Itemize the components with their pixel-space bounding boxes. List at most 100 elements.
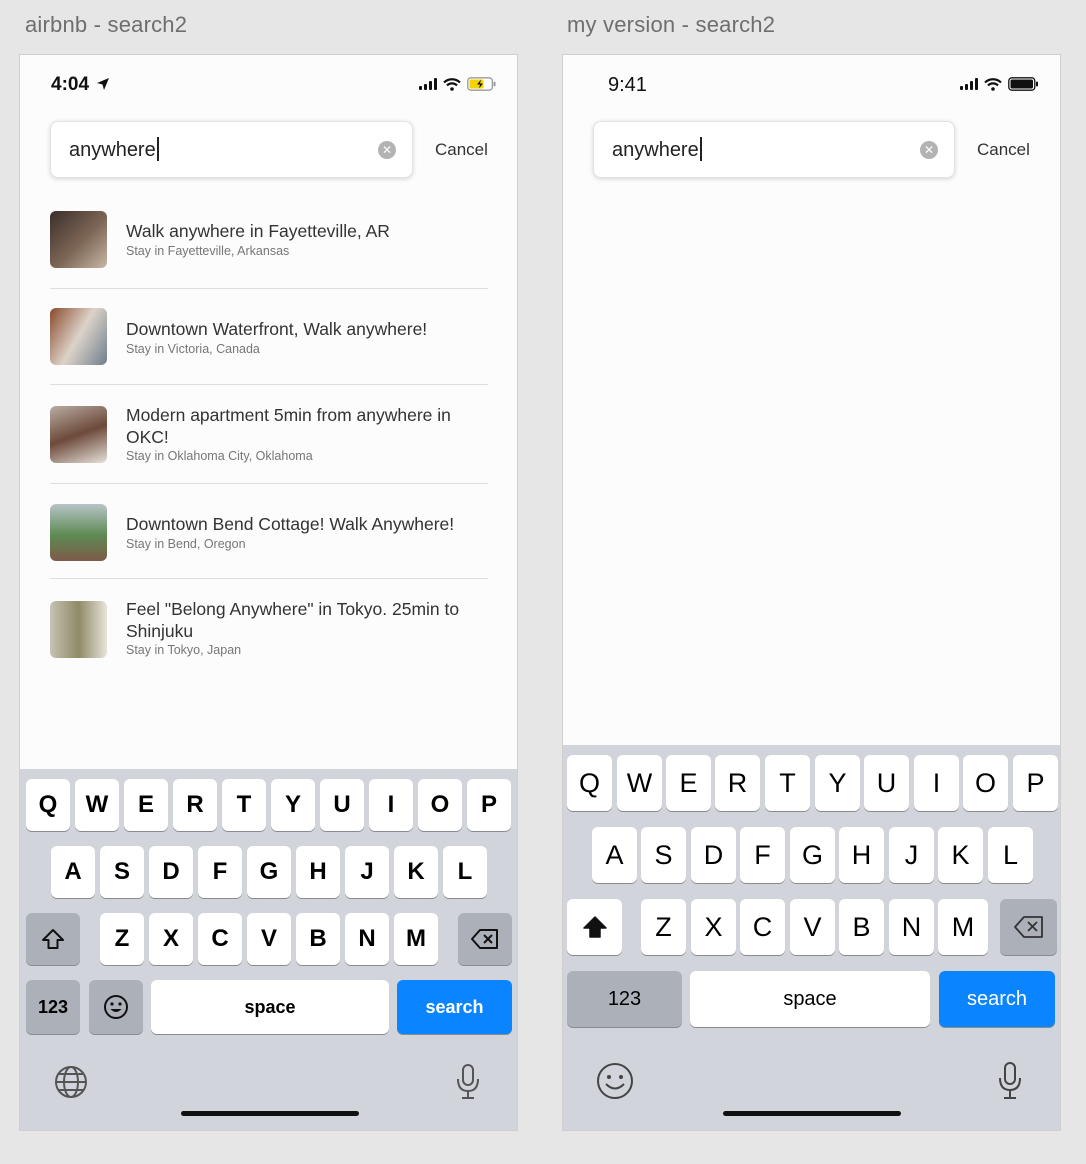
backspace-key[interactable]	[1000, 899, 1057, 955]
list-item[interactable]: Feel "Belong Anywhere" in Tokyo. 25min t…	[50, 579, 488, 675]
keyboard: Q W E R T Y U I O P A S D F G H J K L Z …	[563, 745, 1060, 1130]
key-a[interactable]: A	[592, 827, 637, 883]
key-t[interactable]: T	[222, 779, 266, 831]
artboard-title-my-version: my version - search2	[567, 12, 776, 37]
result-subtitle: Stay in Bend, Oregon	[126, 537, 246, 551]
key-l[interactable]: L	[988, 827, 1033, 883]
key-d[interactable]: D	[149, 846, 193, 898]
key-x[interactable]: X	[691, 899, 736, 955]
key-b[interactable]: B	[296, 913, 340, 965]
key-s[interactable]: S	[641, 827, 686, 883]
emoji-icon[interactable]	[596, 1062, 634, 1100]
key-q[interactable]: Q	[567, 755, 612, 811]
key-t[interactable]: T	[765, 755, 810, 811]
key-v[interactable]: V	[790, 899, 835, 955]
key-d[interactable]: D	[691, 827, 736, 883]
key-v[interactable]: V	[247, 913, 291, 965]
key-c[interactable]: C	[740, 899, 785, 955]
cancel-button[interactable]: Cancel	[435, 140, 488, 160]
key-m[interactable]: M	[938, 899, 988, 955]
search-text: anywhere	[612, 137, 702, 162]
key-g[interactable]: G	[247, 846, 291, 898]
key-p[interactable]: P	[1013, 755, 1058, 811]
status-bar: 9:41	[563, 55, 1060, 115]
key-n[interactable]: N	[889, 899, 934, 955]
key-w[interactable]: W	[75, 779, 119, 831]
shift-key[interactable]	[26, 913, 80, 965]
signal-icon	[419, 78, 437, 90]
key-i[interactable]: I	[914, 755, 959, 811]
list-item[interactable]: Walk anywhere in Fayetteville, AR Stay i…	[50, 210, 488, 289]
text-caret	[699, 137, 702, 161]
key-e[interactable]: E	[666, 755, 711, 811]
key-h[interactable]: H	[839, 827, 884, 883]
key-y[interactable]: Y	[271, 779, 315, 831]
key-r[interactable]: R	[715, 755, 760, 811]
key-m[interactable]: M	[394, 913, 438, 965]
numbers-key[interactable]: 123	[567, 971, 682, 1027]
search-input[interactable]: anywhere ✕	[50, 121, 413, 178]
phone-my-version: 9:41 anywhere ✕ Cancel Q W E R T Y U I O…	[562, 54, 1061, 1131]
backspace-key[interactable]	[458, 913, 512, 965]
key-f[interactable]: F	[740, 827, 785, 883]
listing-thumbnail	[50, 406, 107, 463]
key-o[interactable]: O	[963, 755, 1008, 811]
microphone-icon[interactable]	[454, 1063, 482, 1101]
key-r[interactable]: R	[173, 779, 217, 831]
key-u[interactable]: U	[320, 779, 364, 831]
key-e[interactable]: E	[124, 779, 168, 831]
key-p[interactable]: P	[467, 779, 511, 831]
key-l[interactable]: L	[443, 846, 487, 898]
search-key[interactable]: search	[397, 980, 512, 1034]
key-z[interactable]: Z	[641, 899, 686, 955]
phone-airbnb: 4:04 anywhere ✕ Cancel Walk anywhere in …	[19, 54, 518, 1131]
status-time: 9:41	[608, 74, 647, 96]
listing-thumbnail	[50, 211, 107, 268]
globe-icon[interactable]	[54, 1065, 88, 1099]
key-q[interactable]: Q	[26, 779, 70, 831]
key-k[interactable]: K	[394, 846, 438, 898]
cancel-button[interactable]: Cancel	[977, 140, 1030, 160]
result-subtitle: Stay in Fayetteville, Arkansas	[126, 244, 290, 258]
key-f[interactable]: F	[198, 846, 242, 898]
key-h[interactable]: H	[296, 846, 340, 898]
list-item[interactable]: Downtown Bend Cottage! Walk Anywhere! St…	[50, 484, 488, 579]
space-key[interactable]: space	[690, 971, 930, 1027]
key-s[interactable]: S	[100, 846, 144, 898]
clear-icon[interactable]: ✕	[920, 141, 938, 159]
shift-key[interactable]	[567, 899, 622, 955]
key-o[interactable]: O	[418, 779, 462, 831]
key-g[interactable]: G	[790, 827, 835, 883]
key-y[interactable]: Y	[815, 755, 860, 811]
result-title: Walk anywhere in Fayetteville, AR	[126, 221, 390, 241]
key-b[interactable]: B	[839, 899, 884, 955]
key-x[interactable]: X	[149, 913, 193, 965]
key-j[interactable]: J	[345, 846, 389, 898]
key-a[interactable]: A	[51, 846, 95, 898]
signal-icon	[960, 78, 978, 90]
wifi-icon	[984, 77, 1002, 91]
search-key[interactable]: search	[939, 971, 1055, 1027]
wifi-icon	[443, 77, 461, 91]
key-n[interactable]: N	[345, 913, 389, 965]
result-title: Feel "Belong Anywhere" in Tokyo. 25min t…	[126, 599, 460, 641]
microphone-icon[interactable]	[996, 1061, 1024, 1101]
list-item[interactable]: Downtown Waterfront, Walk anywhere! Stay…	[50, 289, 488, 385]
key-w[interactable]: W	[617, 755, 662, 811]
status-icons	[419, 77, 497, 91]
listing-thumbnail	[50, 504, 107, 561]
search-input[interactable]: anywhere ✕	[593, 121, 955, 178]
artboard-title-airbnb: airbnb - search2	[25, 12, 188, 37]
clear-icon[interactable]: ✕	[378, 141, 396, 159]
key-u[interactable]: U	[864, 755, 909, 811]
numbers-key[interactable]: 123	[26, 980, 80, 1034]
key-c[interactable]: C	[198, 913, 242, 965]
list-item[interactable]: Modern apartment 5min from anywhere in O…	[50, 385, 488, 484]
status-time: 4:04	[51, 74, 110, 96]
key-i[interactable]: I	[369, 779, 413, 831]
space-key[interactable]: space	[151, 980, 389, 1034]
emoji-key[interactable]	[89, 980, 143, 1034]
key-j[interactable]: J	[889, 827, 934, 883]
key-z[interactable]: Z	[100, 913, 144, 965]
key-k[interactable]: K	[938, 827, 983, 883]
